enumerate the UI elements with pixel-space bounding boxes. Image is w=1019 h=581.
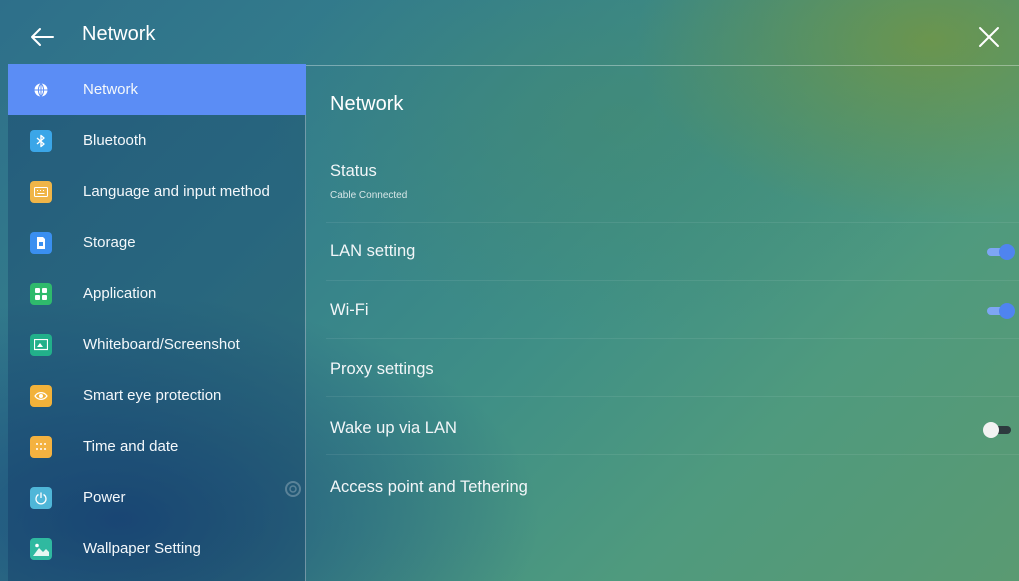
settings-window: Network Network Bluetooth Language and i… (8, 5, 1019, 581)
lan-setting-row[interactable]: LAN setting (306, 223, 1019, 281)
sidebar-item-label: Network (83, 81, 139, 98)
sidebar-item-whiteboard[interactable]: Whiteboard/Screenshot (8, 319, 306, 370)
sidebar-item-label: Wallpaper Setting (83, 540, 201, 557)
sidebar-item-eye-protection[interactable]: Smart eye protection (8, 370, 306, 421)
sidebar-item-label: Language and input method (83, 183, 270, 200)
status-row[interactable]: Status Cable Connected (306, 153, 1019, 223)
bluetooth-icon (30, 129, 52, 152)
sidebar-item-label: Application (83, 285, 157, 302)
wake-on-lan-toggle[interactable] (983, 422, 1011, 438)
lan-setting-toggle[interactable] (987, 244, 1015, 260)
sidebar-item-label: Whiteboard/Screenshot (83, 336, 240, 353)
eye-icon (30, 384, 52, 407)
sidebar-item-application[interactable]: Application (8, 268, 306, 319)
back-button[interactable] (24, 19, 60, 55)
image-icon (30, 537, 52, 560)
sidebar: Network Bluetooth Language and input met… (8, 64, 306, 581)
toggle-knob (999, 303, 1015, 319)
sidebar-item-bluetooth[interactable]: Bluetooth (8, 115, 306, 166)
sidebar-item-label: Power (83, 489, 126, 506)
close-button[interactable] (971, 19, 1007, 55)
sidebar-item-language[interactable]: Language and input method (8, 166, 306, 217)
apps-grid-icon (30, 282, 52, 305)
access-point-row[interactable]: Access point and Tethering (306, 455, 1019, 513)
top-bar: Network (8, 5, 1019, 65)
arrow-left-icon (31, 28, 54, 46)
power-icon (30, 486, 52, 509)
sidebar-item-label: Bluetooth (83, 132, 147, 149)
proxy-settings-label: Proxy settings (330, 360, 434, 378)
proxy-settings-row[interactable]: Proxy settings (306, 339, 1019, 397)
sidebar-item-storage[interactable]: Storage (8, 217, 306, 268)
status-label: Status (330, 162, 377, 180)
sidebar-item-time-date[interactable]: Time and date (8, 421, 306, 472)
wifi-label: Wi-Fi (330, 301, 369, 319)
sidebar-item-label: Time and date (83, 438, 179, 455)
network-panel: Network Status Cable Connected LAN setti… (306, 65, 1019, 581)
globe-icon (30, 79, 52, 101)
access-point-label: Access point and Tethering (330, 478, 528, 496)
sidebar-item-wallpaper[interactable]: Wallpaper Setting (8, 523, 306, 574)
page-title: Network (82, 23, 156, 45)
sidebar-item-label: Smart eye protection (83, 387, 222, 404)
screenshot-icon (30, 333, 52, 356)
close-icon (979, 27, 999, 47)
status-value: Cable Connected (330, 190, 408, 201)
sidebar-item-network[interactable]: Network (8, 64, 306, 115)
gear-icon (285, 481, 301, 497)
wake-on-lan-label: Wake up via LAN (330, 419, 457, 437)
wifi-row[interactable]: Wi-Fi (306, 281, 1019, 339)
storage-icon (30, 231, 52, 254)
toggle-knob (999, 244, 1015, 260)
lan-setting-label: LAN setting (330, 242, 416, 260)
section-title: Network (330, 93, 404, 115)
sidebar-item-label: Storage (83, 234, 136, 251)
wake-on-lan-row[interactable]: Wake up via LAN (306, 397, 1019, 455)
keyboard-icon (30, 180, 52, 203)
toggle-knob (983, 422, 999, 438)
wifi-toggle[interactable] (987, 303, 1015, 319)
sidebar-item-power[interactable]: Power (8, 472, 306, 523)
calendar-icon (30, 435, 52, 458)
